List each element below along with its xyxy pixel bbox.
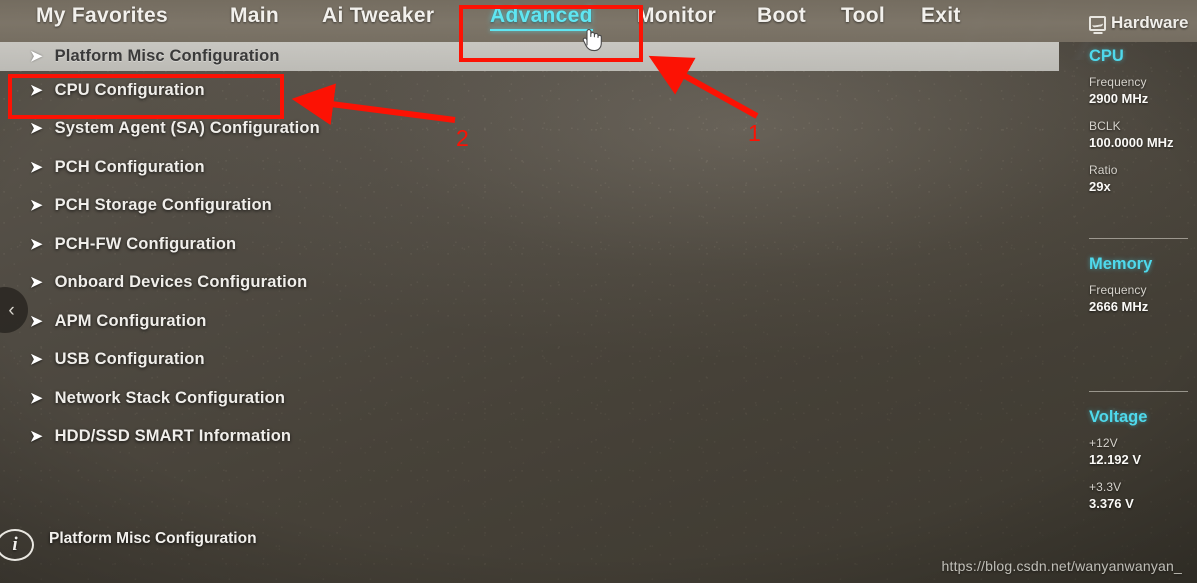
hardware-reading-value: 29x: [1089, 179, 1111, 194]
tab-label: Ai Tweaker: [322, 4, 435, 27]
submenu-arrow-icon: ➤: [30, 48, 43, 65]
menu-item-hdd-ssd-smart-information[interactable]: ➤ HDD/SSD SMART Information: [0, 418, 1059, 457]
hardware-monitor-title: Hardware: [1111, 13, 1189, 32]
menu-item-usb-configuration[interactable]: ➤ USB Configuration: [0, 341, 1059, 380]
tab-monitor[interactable]: Monitor: [637, 4, 716, 28]
tab-exit[interactable]: Exit: [921, 4, 961, 28]
chevron-left-icon: ‹: [8, 299, 15, 321]
hardware-reading-key: Frequency: [1089, 75, 1147, 89]
monitor-icon: [1089, 15, 1106, 31]
menu-item-label: USB Configuration: [54, 350, 205, 369]
submenu-arrow-icon: ➤: [30, 235, 43, 253]
tab-label: Main: [230, 4, 280, 27]
hardware-reading-key: +3.3V: [1089, 480, 1122, 494]
menu-item-cpu-configuration[interactable]: ➤ CPU Configuration: [0, 71, 1059, 110]
hardware-reading-key: +12V: [1089, 436, 1118, 450]
menu-item-label: PCH Storage Configuration: [54, 196, 272, 215]
hardware-reading-row: BCLK 100.0000 MHz: [1089, 119, 1197, 150]
tab-label: My Favorites: [36, 4, 168, 27]
menu-item-label: PCH-FW Configuration: [54, 234, 237, 253]
tab-ai-tweaker[interactable]: Ai Tweaker: [322, 4, 434, 28]
submenu-arrow-icon: ➤: [30, 389, 43, 407]
submenu-arrow-icon: ➤: [30, 120, 43, 138]
menu-item-label: APM Configuration: [54, 311, 207, 330]
tab-label: Boot: [757, 4, 807, 27]
hardware-reading-value: 3.376 V: [1089, 496, 1134, 511]
menu-item-system-agent-sa-configuration[interactable]: ➤ System Agent (SA) Configuration: [0, 110, 1059, 149]
info-icon: i: [0, 529, 34, 561]
menu-item-label: Platform Misc Configuration: [54, 47, 280, 65]
hardware-reading-key: BCLK: [1089, 119, 1121, 133]
menu-item-pch-configuration[interactable]: ➤ PCH Configuration: [0, 148, 1059, 187]
annotation-number-1: 1: [748, 120, 761, 146]
top-menu-bar: My Favorites Main Ai Tweaker Advanced Monito…: [0, 0, 1197, 42]
hardware-section-title: Voltage: [1089, 408, 1148, 426]
hardware-section-voltage: Voltage +12V 12.192 V +3.3V 3.376 V: [1089, 408, 1197, 524]
submenu-arrow-icon: ➤: [30, 312, 43, 330]
hardware-reading-value: 100.0000 MHz: [1089, 135, 1174, 150]
menu-item-onboard-devices-configuration[interactable]: ➤ Onboard Devices Configuration: [0, 264, 1059, 303]
submenu-arrow-icon: ➤: [30, 274, 43, 292]
tab-label: Advanced: [490, 4, 593, 27]
tab-label: Exit: [921, 4, 961, 27]
hardware-section-memory: Memory Frequency 2666 MHz: [1089, 255, 1197, 327]
tab-tool[interactable]: Tool: [841, 4, 885, 28]
menu-item-label: CPU Configuration: [54, 80, 205, 99]
tab-boot[interactable]: Boot: [757, 4, 806, 28]
menu-item-label: PCH Configuration: [54, 157, 205, 176]
hardware-monitor-panel: Hardware CPU Frequency 2900 MHz BCLK 100.000…: [1080, 0, 1197, 583]
menu-item-label: System Agent (SA) Configuration: [54, 119, 320, 138]
menu-item-network-stack-configuration[interactable]: ➤ Network Stack Configuration: [0, 379, 1059, 418]
hardware-reading-row: +3.3V 3.376 V: [1089, 480, 1197, 511]
menu-item-platform-misc-configuration[interactable]: ➤ Platform Misc Configuration: [0, 42, 1059, 71]
hardware-reading-value: 2666 MHz: [1089, 299, 1149, 314]
hardware-reading-row: +12V 12.192 V: [1089, 436, 1197, 467]
submenu-arrow-icon: ➤: [30, 158, 43, 176]
hardware-reading-value: 12.192 V: [1089, 452, 1142, 467]
tab-label: Monitor: [637, 4, 717, 27]
annotation-number-2: 2: [456, 125, 469, 151]
tab-label: Tool: [841, 4, 885, 27]
hardware-monitor-divider: [1089, 391, 1188, 392]
menu-item-pch-fw-configuration[interactable]: ➤ PCH-FW Configuration: [0, 225, 1059, 264]
bottom-help-label: Platform Misc Configuration: [49, 530, 257, 547]
tab-my-favorites[interactable]: My Favorites: [36, 4, 168, 28]
watermark-url: https://blog.csdn.net/wanyanwanyan_: [941, 558, 1182, 574]
hardware-monitor-header: Hardware: [1089, 13, 1188, 33]
submenu-arrow-icon: ➤: [30, 428, 43, 446]
menu-item-label: Network Stack Configuration: [54, 388, 286, 407]
menu-item-apm-configuration[interactable]: ➤ APM Configuration: [0, 302, 1059, 341]
menu-item-label: HDD/SSD SMART Information: [54, 427, 292, 446]
tab-advanced[interactable]: Advanced: [490, 4, 593, 31]
submenu-arrow-icon: ➤: [30, 197, 43, 215]
submenu-arrow-icon: ➤: [30, 81, 43, 99]
bottom-status-bar: i Platform Misc Configuration: [0, 507, 1059, 583]
hardware-reading-value: 2900 MHz: [1089, 91, 1149, 106]
tab-active-underline: [490, 29, 593, 31]
hardware-reading-row: Frequency 2900 MHz: [1089, 75, 1197, 106]
menu-item-pch-storage-configuration[interactable]: ➤ PCH Storage Configuration: [0, 187, 1059, 226]
submenu-arrow-icon: ➤: [30, 351, 43, 369]
menu-item-label: Onboard Devices Configuration: [54, 273, 308, 292]
hardware-reading-key: Ratio: [1089, 163, 1118, 177]
hardware-monitor-divider: [1089, 238, 1188, 239]
bios-screen: My Favorites Main Ai Tweaker Advanced Monito…: [0, 0, 1197, 583]
hardware-section-title: CPU: [1089, 47, 1124, 65]
hardware-section-title: Memory: [1089, 255, 1153, 273]
tab-main[interactable]: Main: [230, 4, 279, 28]
hardware-reading-row: Frequency 2666 MHz: [1089, 283, 1197, 314]
hardware-reading-row: Ratio 29x: [1089, 163, 1197, 194]
hardware-reading-key: Frequency: [1089, 283, 1147, 297]
hardware-section-cpu: CPU Frequency 2900 MHz BCLK 100.0000 MHz Rati…: [1089, 47, 1197, 207]
advanced-menu-list: ➤ Platform Misc Configuration ➤ CPU Configu…: [0, 42, 1059, 456]
